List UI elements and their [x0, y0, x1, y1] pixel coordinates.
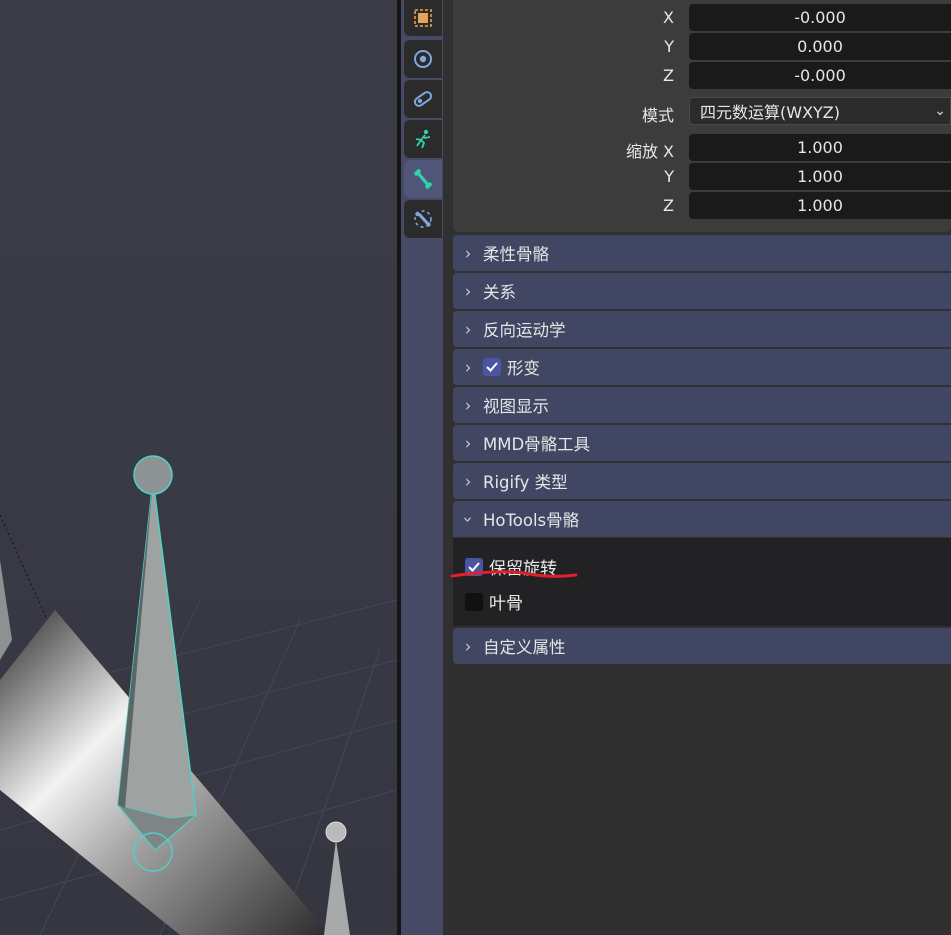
chevron-down-icon: ›: [458, 515, 478, 523]
scale-z-label: Z: [663, 196, 674, 215]
panel-deform-label: 形变: [507, 359, 540, 378]
panel-deform[interactable]: › 形变: [453, 349, 951, 385]
panel-mmd-bone-tools[interactable]: › MMD骨骼工具: [453, 425, 951, 461]
viewport-scene: [0, 455, 397, 935]
rotation-x-label: X: [663, 8, 674, 27]
chevron-right-icon: ›: [464, 357, 472, 377]
panel-relations[interactable]: › 关系: [453, 273, 951, 309]
leaf-bone-label: 叶骨: [489, 594, 523, 614]
transform-panel: X -0.000 Y 0.000 Z -0.000 模式 四元数运算(WXYZ)…: [453, 0, 951, 232]
panel-inverse-kinematics[interactable]: › 反向运动学: [453, 311, 951, 347]
chevron-right-icon: ›: [464, 636, 472, 656]
bone-icon: [414, 169, 432, 189]
object-data-armature-tab[interactable]: [404, 120, 442, 158]
panel-rigify-label: Rigify 类型: [483, 473, 568, 492]
bone-constraint-icon: [414, 210, 432, 228]
bone-tab[interactable]: [404, 160, 442, 198]
panel-viewport-display-label: 视图显示: [483, 397, 549, 416]
physics-icon: [414, 50, 432, 68]
leaf-bone-row[interactable]: 叶骨: [465, 589, 523, 614]
bone-left-partial[interactable]: [0, 560, 12, 660]
physics-tab[interactable]: [404, 40, 442, 78]
check-icon: [486, 362, 498, 372]
small-bone[interactable]: [324, 821, 350, 935]
rotation-mode-select[interactable]: 四元数运算(WXYZ) ⌄: [689, 97, 951, 125]
panel-relations-label: 关系: [483, 283, 516, 302]
panel-rigify-type[interactable]: › Rigify 类型: [453, 463, 951, 499]
3d-viewport[interactable]: [0, 0, 397, 935]
panel-mmd-label: MMD骨骼工具: [483, 435, 591, 454]
scale-x-label: 缩放 X: [625, 142, 674, 161]
chevron-right-icon: ›: [464, 281, 472, 301]
chevron-right-icon: ›: [464, 471, 472, 491]
panel-bendy-bones-label: 柔性骨骼: [483, 245, 549, 264]
armature-icon: [415, 129, 431, 149]
rotation-mode-label: 模式: [641, 106, 674, 125]
scale-z-field[interactable]: 1.000: [689, 192, 951, 219]
panel-bendy-bones[interactable]: › 柔性骨骼: [453, 235, 951, 271]
constraint-icon: [413, 91, 433, 107]
scale-x-field[interactable]: 1.000: [689, 134, 951, 161]
scale-y-label: Y: [664, 167, 674, 186]
scale-y-field[interactable]: 1.000: [689, 163, 951, 190]
chevron-right-icon: ›: [464, 433, 472, 453]
panel-ik-label: 反向运动学: [483, 321, 566, 340]
constraints-tab[interactable]: [404, 80, 442, 118]
leaf-bone-checkbox[interactable]: [465, 592, 483, 611]
object-icon: [414, 9, 432, 27]
annotation-underline: [450, 570, 578, 578]
panel-custom-properties-label: 自定义属性: [483, 638, 566, 657]
selected-bone[interactable]: [116, 455, 198, 872]
properties-tab-bar: [401, 0, 443, 935]
rotation-z-field[interactable]: -0.000: [689, 62, 951, 89]
rotation-y-field[interactable]: 0.000: [689, 33, 951, 60]
rotation-y-label: Y: [664, 37, 674, 56]
panel-hotools-label: HoTools骨骼: [483, 511, 580, 530]
rotation-z-label: Z: [663, 66, 674, 85]
panel-custom-properties[interactable]: › 自定义属性: [453, 628, 951, 664]
chevron-right-icon: ›: [464, 395, 472, 415]
properties-editor: X -0.000 Y 0.000 Z -0.000 模式 四元数运算(WXYZ)…: [443, 0, 951, 935]
rotation-mode-value: 四元数运算(WXYZ): [700, 103, 841, 122]
panel-hotools-bone[interactable]: › HoTools骨骼: [453, 501, 951, 537]
chevron-down-icon: ⌄: [934, 103, 946, 119]
panel-viewport-display[interactable]: › 视图显示: [453, 387, 951, 423]
rotation-x-field[interactable]: -0.000: [689, 4, 951, 31]
bone-constraints-tab[interactable]: [404, 200, 442, 238]
chevron-right-icon: ›: [464, 243, 472, 263]
chevron-right-icon: ›: [464, 319, 472, 339]
hotools-panel-body: 保留旋转 叶骨: [453, 538, 951, 626]
bone-head[interactable]: [133, 455, 173, 495]
deform-checkbox[interactable]: [483, 358, 501, 376]
object-tab[interactable]: [404, 0, 442, 36]
